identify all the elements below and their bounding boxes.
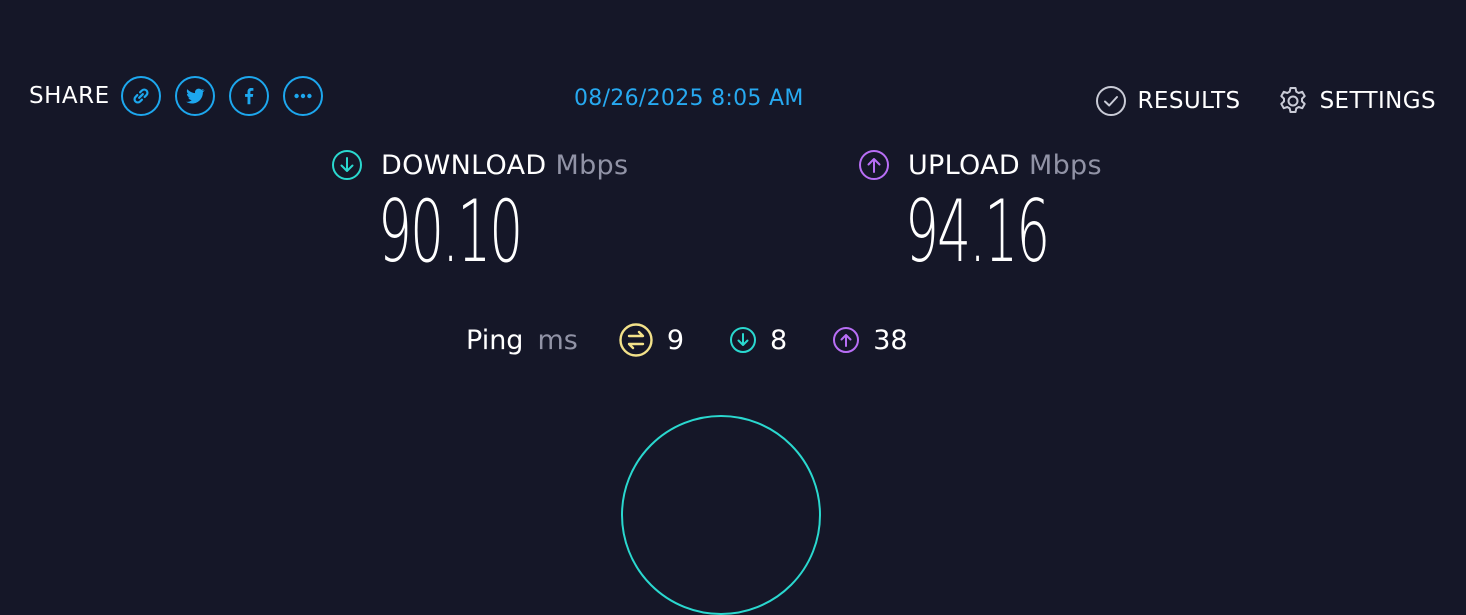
download-label: DOWNLOAD <box>381 149 547 181</box>
results-label: RESULTS <box>1137 88 1241 114</box>
ping-idle-value: 9 <box>666 324 685 356</box>
share-twitter-button[interactable] <box>174 76 215 116</box>
ping-upload[interactable]: 38 <box>832 324 908 356</box>
test-timestamp: 08/26/2025 8:05 AM <box>574 86 804 111</box>
link-icon <box>133 88 149 104</box>
check-circle-icon <box>1095 86 1126 116</box>
top-nav: RESULTS SETTINGS <box>1059 85 1436 117</box>
more-icon <box>294 93 312 99</box>
facebook-icon <box>244 88 254 105</box>
share-facebook-button[interactable] <box>228 76 269 116</box>
download-arrow-icon <box>730 327 757 353</box>
download-unit: Mbps <box>555 149 629 181</box>
ping-idle[interactable]: 9 <box>618 322 684 358</box>
ping-upload-value: 38 <box>873 324 908 356</box>
settings-button[interactable]: SETTINGS <box>1277 85 1436 117</box>
download-metric: DOWNLOAD Mbps 90.10 <box>331 149 628 280</box>
ping-download-value: 8 <box>770 324 788 356</box>
upload-arrow-icon <box>859 150 889 180</box>
upload-arrow-icon <box>833 327 860 353</box>
upload-speed-value: 94.16 <box>905 182 1050 282</box>
gear-icon <box>1279 87 1306 113</box>
share-more-button[interactable] <box>282 76 323 116</box>
ping-label: Ping <box>466 324 524 356</box>
ping-download[interactable]: 8 <box>729 325 787 356</box>
share-link-button[interactable] <box>120 76 161 116</box>
download-speed-value: 90.10 <box>378 182 523 282</box>
share-bar: SHARE <box>29 76 337 116</box>
upload-metric: UPLOAD Mbps 94.16 <box>858 149 1136 280</box>
ping-row: Ping ms 9 8 38 <box>466 322 953 358</box>
share-label: SHARE <box>29 83 110 109</box>
ping-unit: ms <box>537 324 578 356</box>
results-button[interactable]: RESULTS <box>1095 85 1241 117</box>
twitter-icon <box>185 88 205 104</box>
speed-gauge <box>621 415 821 615</box>
upload-unit: Mbps <box>1028 149 1102 181</box>
latency-idle-icon <box>619 323 653 357</box>
upload-label: UPLOAD <box>908 149 1020 181</box>
download-arrow-icon <box>332 150 362 180</box>
settings-label: SETTINGS <box>1319 88 1436 114</box>
